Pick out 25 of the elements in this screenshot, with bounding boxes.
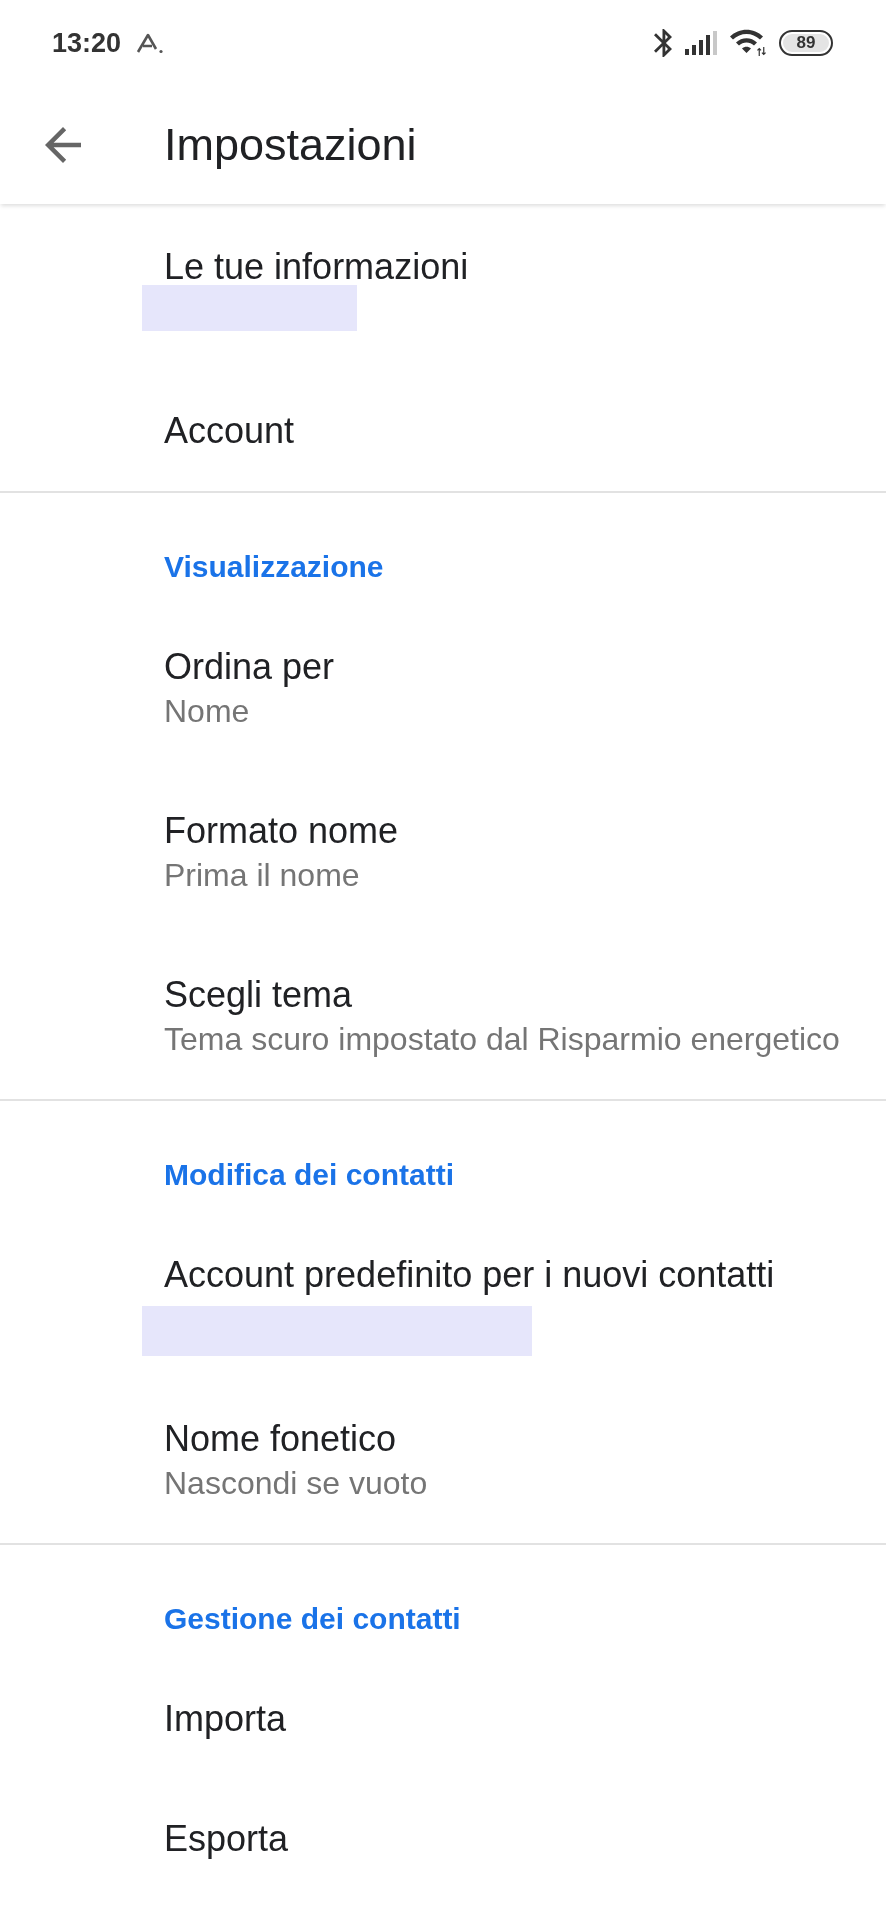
battery-indicator: 89 [779,29,833,56]
page-title: Impostazioni [164,117,417,172]
triangle-icon [136,31,165,54]
setting-title[interactable]: Scegli tema [164,973,353,1017]
setting-title[interactable]: Importa [164,1697,287,1741]
bluetooth-icon [654,28,672,57]
section-header: Modifica dei contatti [164,1157,454,1193]
signal-icon [685,30,717,55]
arrow-left-icon [45,126,81,163]
setting-title[interactable]: Account [164,409,295,453]
setting-title[interactable]: Account predefinito per i nuovi contatti [164,1253,775,1297]
setting-value: Nome [164,692,250,731]
setting-title[interactable]: Ordina per [164,645,335,689]
setting-value: Nascondi se vuoto [164,1464,428,1503]
wifi-icon [730,29,766,56]
back-button[interactable] [45,126,81,163]
section-header: Gestione dei contatti [164,1601,461,1637]
setting-title[interactable]: Esporta [164,1817,289,1861]
setting-value: Prima il nome [164,856,360,895]
section-header: Visualizzazione [164,549,384,585]
setting-title[interactable]: Le tue informazioni [164,245,469,289]
clock-time: 13:20 [52,26,122,59]
setting-title[interactable]: Formato nome [164,809,399,853]
setting-title[interactable]: Nome fonetico [164,1417,397,1461]
setting-value: Tema scuro impostato dal Risparmio energetico [164,1020,840,1059]
